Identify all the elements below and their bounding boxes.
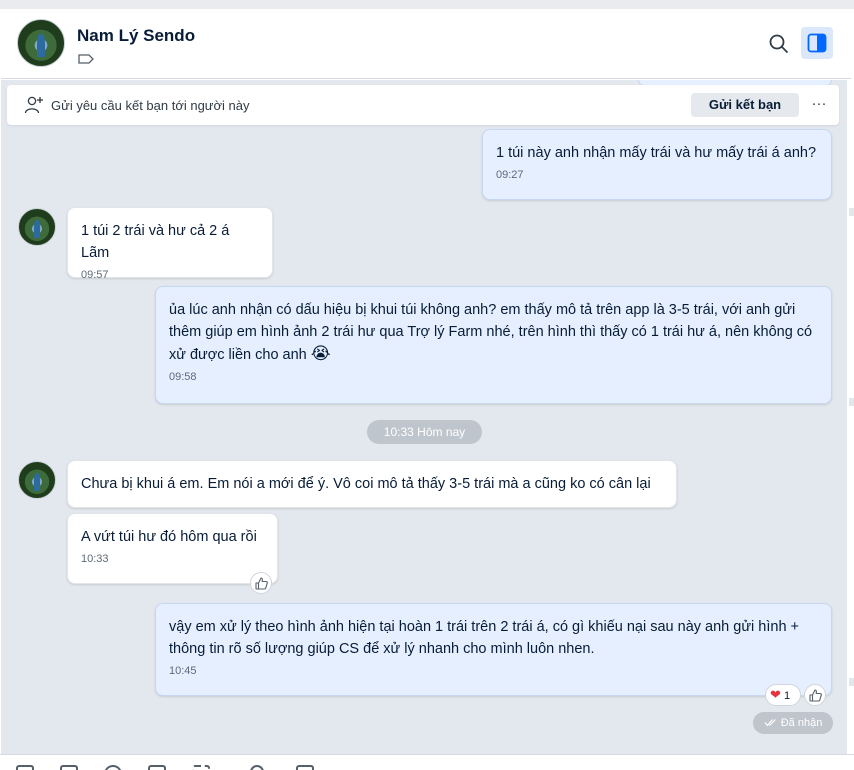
friend-request-bar: Gửi yêu cầu kết bạn tới người này Gửi kế… (7, 85, 839, 125)
screenshot-tool-icon[interactable] (192, 765, 210, 770)
reaction-count: 1 (783, 690, 791, 702)
add-friend-icon (24, 96, 43, 114)
sidebar-toggle-button[interactable] (801, 27, 833, 59)
delivery-status-text: Đã nhận (780, 717, 823, 729)
message-time: 09:57 (81, 269, 109, 281)
message-time: 09:58 (169, 371, 197, 383)
contact-name[interactable]: Nam Lý Sendo (77, 26, 195, 46)
search-icon[interactable] (767, 32, 791, 56)
conversation-header: Nam Lý Sendo (1, 9, 851, 79)
contact-avatar[interactable] (17, 19, 65, 67)
message-text: vậy em xử lý theo hình ảnh hiện tại hoàn… (169, 619, 800, 657)
message-bubble-outgoing[interactable]: ủa lúc anh nhận có dấu hiệu bị khui túi … (155, 286, 832, 404)
like-icon (809, 689, 822, 702)
crying-emoji: 😭 (310, 344, 331, 363)
day-separator: 10:33 Hôm nay (367, 420, 482, 444)
like-reaction-button[interactable] (250, 572, 272, 594)
attachment-tool-icon[interactable] (104, 765, 122, 770)
sender-avatar[interactable] (18, 461, 56, 499)
tag-icon[interactable] (78, 54, 94, 64)
message-bubble-incoming[interactable]: Chưa bị khui á em. Em nói a mới để ý. Vô… (67, 460, 677, 508)
image-tool-icon[interactable] (60, 765, 78, 770)
message-bubble-incoming[interactable]: A vứt túi hư đó hôm qua rồi 10:33 (67, 513, 278, 584)
friend-request-text: Gửi yêu cầu kết bạn tới người này (51, 98, 250, 113)
like-icon (255, 577, 268, 590)
message-bubble-outgoing[interactable]: vậy em xử lý theo hình ảnh hiện tại hoàn… (155, 603, 832, 696)
message-text: A vứt túi hư đó hôm qua rồi (81, 529, 257, 545)
message-text: Chưa bị khui á em. Em nói a mới để ý. Vô… (81, 476, 651, 492)
like-reaction-button[interactable] (804, 684, 826, 706)
more-tools-icon[interactable] (296, 765, 314, 770)
message-time: 09:27 (496, 169, 524, 181)
heart-icon: ❤ (770, 687, 781, 702)
message-text: 1 túi 2 trái và hư cả 2 á Lãm (81, 223, 230, 261)
sticker-tool-icon[interactable] (16, 765, 34, 770)
more-options-button[interactable]: ··· (807, 93, 831, 117)
message-time: 10:45 (169, 665, 197, 677)
composer-toolbar (0, 754, 854, 770)
scrollbar-track[interactable] (847, 80, 854, 754)
message-text: ủa lúc anh nhận có dấu hiệu bị khui túi … (169, 302, 813, 363)
window-top-strip (0, 0, 854, 9)
format-text-tool-icon[interactable] (250, 765, 264, 770)
send-friend-request-button[interactable]: Gửi kết bạn (691, 93, 799, 117)
sidebar-toggle-icon (807, 33, 827, 53)
sender-avatar[interactable] (18, 208, 56, 246)
message-bubble-incoming[interactable]: 1 túi 2 trái và hư cả 2 á Lãm 09:57 (67, 207, 273, 281)
message-text: 1 túi này anh nhận mấy trái và hư mấy tr… (496, 145, 817, 161)
delivery-status-badge: Đã nhận (753, 712, 833, 734)
contact-card-tool-icon[interactable] (148, 765, 166, 770)
reaction-summary[interactable]: ❤ 1 (765, 684, 801, 706)
double-check-icon (764, 719, 776, 727)
message-list[interactable]: Gửi yêu cầu kết bạn tới người này Gửi kế… (1, 80, 847, 754)
message-time: 10:33 (81, 553, 109, 565)
message-bubble-outgoing[interactable]: 1 túi này anh nhận mấy trái và hư mấy tr… (482, 129, 832, 200)
